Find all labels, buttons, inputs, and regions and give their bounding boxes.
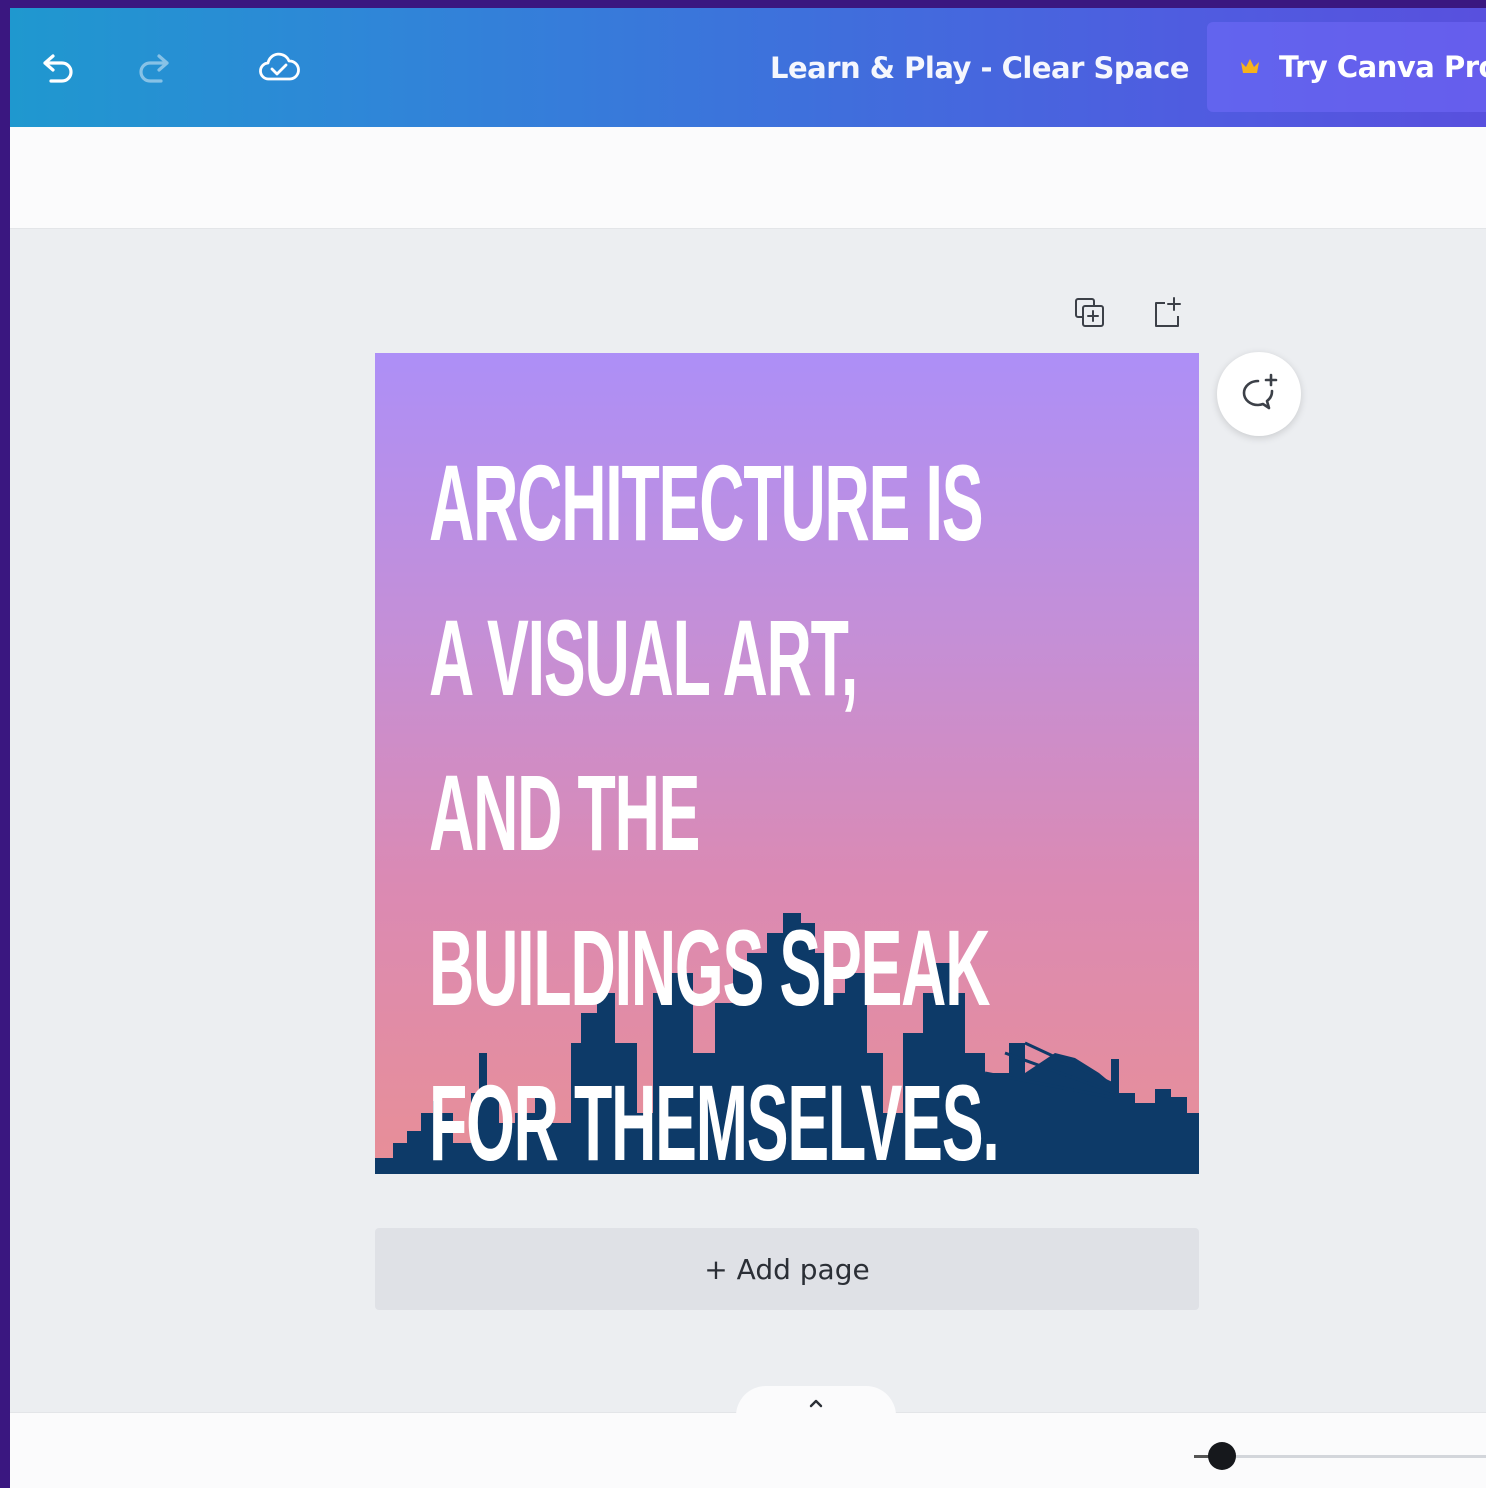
chevron-up-icon	[809, 1399, 823, 1408]
try-canva-pro-label: Try Canva Pro	[1279, 50, 1486, 84]
add-page-icon[interactable]	[1147, 293, 1187, 333]
cloud-saved-icon[interactable]	[256, 46, 302, 92]
undo-icon[interactable]	[34, 46, 80, 92]
redo-icon[interactable]	[132, 46, 178, 92]
add-comment-button[interactable]	[1217, 352, 1301, 436]
add-page-button[interactable]: + Add page	[375, 1228, 1199, 1310]
document-title[interactable]: Learn & Play - Clear Space	[770, 48, 1190, 88]
quote-line: A VISUAL ART,	[429, 597, 858, 718]
quote-text[interactable]: ARCHITECTURE IS A VISUAL ART, AND THE BU…	[429, 425, 1000, 1174]
quote-line: AND THE	[429, 752, 700, 873]
quote-line: ARCHITECTURE IS	[429, 442, 983, 563]
app-window: Learn & Play - Clear Space Try Canva Pro…	[10, 8, 1486, 1488]
expand-pages-tab[interactable]	[736, 1386, 896, 1416]
editor-toolbar	[10, 127, 1486, 229]
quote-line: FOR THEMSELVES.	[429, 1062, 1000, 1174]
try-canva-pro-button[interactable]: Try Canva Pro	[1207, 22, 1486, 112]
top-bar: Learn & Play - Clear Space Try Canva Pro	[10, 8, 1486, 127]
bottom-bar	[10, 1412, 1486, 1488]
crown-icon	[1241, 59, 1259, 73]
quote-line: BUILDINGS SPEAK	[429, 907, 991, 1028]
zoom-slider-track[interactable]	[1194, 1455, 1486, 1458]
design-page[interactable]: ARCHITECTURE IS A VISUAL ART, AND THE BU…	[375, 353, 1199, 1174]
zoom-slider-handle[interactable]	[1208, 1442, 1236, 1470]
add-comment-icon	[1242, 373, 1278, 410]
duplicate-page-icon[interactable]	[1070, 293, 1110, 333]
